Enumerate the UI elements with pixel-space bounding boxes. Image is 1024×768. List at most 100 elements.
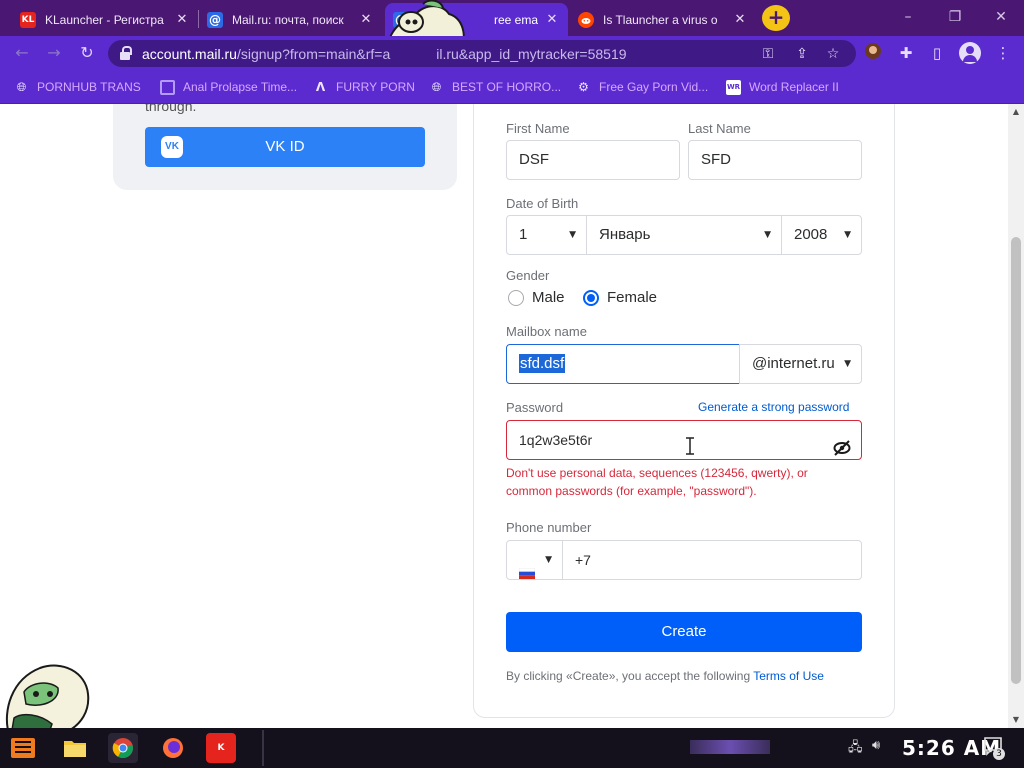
scroll-up-arrow-icon[interactable]: ▲ [1008,104,1024,120]
gender-female-label[interactable]: Female [607,289,657,306]
taskbar-decor [690,740,770,754]
tab-title: Mail.ru: почта, поиск [232,12,344,27]
share-icon[interactable]: ⇪ [792,44,812,64]
firefox-icon[interactable] [158,733,188,763]
generate-password-link[interactable]: Generate a strong password [698,400,849,414]
forward-arrow-icon[interactable]: → [42,41,66,65]
browser-toolbar: ← → ↻ account.mail.ru/signup?from=main&r… [0,36,1024,70]
gender-male-label[interactable]: Male [532,289,565,306]
menu-kebab-icon[interactable]: ⋮ [992,42,1014,64]
close-icon[interactable]: ✕ [358,12,374,27]
through-text: through. [145,104,197,114]
bookmark-item[interactable]: Anal Prolapse Time... [160,78,297,96]
tab-title: KLauncher - Регистра [45,12,164,27]
bookmark-item[interactable]: 🌐︎ PORNHUB TRANS [14,78,141,96]
lock-icon [120,46,132,60]
tab-reddit[interactable]: Is Tlauncher a virus o ✕ [570,3,756,36]
country-code-select[interactable]: ▼ [506,540,563,580]
dob-label: Date of Birth [506,196,579,211]
globe-icon: 🌐︎ [431,79,442,94]
mailbox-input[interactable]: sfd.dsf [506,344,740,384]
close-window-icon[interactable]: ✕ [990,6,1012,28]
page-content: through. VK VK ID First Name Last Name D… [0,104,1008,728]
chevron-down-icon: ▼ [844,230,851,240]
bookmark-item[interactable]: Λ FURRY PORN [313,78,415,96]
close-icon[interactable]: ✕ [544,12,560,27]
reddit-favicon-icon [578,11,594,28]
key-icon[interactable]: ⚿ [758,44,778,64]
windows-taskbar: K 🖧︎ 🔊︎ 5:26 AM 3 [0,728,1024,768]
star-icon[interactable]: ☆ [823,44,843,64]
scrollbar-thumb[interactable] [1011,237,1021,684]
create-button[interactable]: Create [506,612,862,652]
mailbox-domain-select[interactable]: @internet.ru ▼ [739,344,862,384]
minimize-icon[interactable]: – [897,6,919,28]
password-error-line2: common passwords (for example, "password… [506,484,757,498]
chevron-down-icon: ▼ [569,230,576,240]
vk-id-label: VK ID [265,138,305,155]
profile-icon[interactable] [959,42,981,64]
scroll-down-arrow-icon[interactable]: ▼ [1008,712,1024,728]
mascot-sticker-icon [5,664,90,728]
url-text: account.mail.ru/signup?from=main&rf=a il.… [142,46,627,62]
password-input[interactable]: 1q2w3e5t6r [506,420,862,460]
vk-id-button[interactable]: VK VK ID [145,127,425,167]
page-scrollbar[interactable]: ▲ ▼ [1008,104,1024,728]
klauncher-favicon-icon: KL [20,11,36,28]
chrome-icon[interactable] [108,733,138,763]
tab-title: Is Tlauncher a virus o [603,12,718,27]
mailbox-label: Mailbox name [506,324,587,339]
phone-input[interactable]: +7 [562,540,862,580]
gender-male-radio[interactable] [508,290,524,306]
klauncher-app-icon[interactable]: K [206,733,236,763]
social-login-card: through. VK VK ID [113,104,457,190]
file-explorer-icon[interactable] [60,733,90,763]
eye-slash-icon[interactable] [833,432,851,456]
notifications-icon[interactable]: 3 [983,736,1005,760]
volume-icon[interactable]: 🔊︎ [872,738,880,753]
address-bar[interactable]: account.mail.ru/signup?from=main&rf=a il.… [108,40,856,67]
bookmark-icon: ⚙ [578,80,589,94]
globe-icon: 🌐︎ [16,79,27,94]
network-icon[interactable]: 🖧︎ [848,738,863,760]
first-name-input[interactable]: DSF [506,140,680,180]
chevron-down-icon: ▼ [764,230,771,240]
start-button[interactable] [8,733,38,763]
gender-label: Gender [506,268,550,283]
mail-ru-favicon-icon: @ [207,11,223,28]
tab-strip: KL KLauncher - Регистра ✕ @ Mail.ru: поч… [0,0,1024,60]
extensions-puzzle-icon[interactable]: ✚ [895,42,917,64]
text-cursor-icon [685,431,695,455]
gender-female-radio[interactable] [583,290,599,306]
lambda-icon: Λ [315,80,326,94]
bookmark-icon [160,79,175,95]
dob-day-select[interactable]: 1 ▼ [506,215,587,255]
russia-flag-icon [518,556,536,579]
taskbar-divider [262,730,264,766]
extension-avatar-icon[interactable] [862,42,884,64]
reload-icon[interactable]: ↻ [75,41,99,65]
bookmark-item[interactable]: WR Word Replacer II [726,78,839,96]
dob-month-select[interactable]: Январь ▼ [586,215,782,255]
back-arrow-icon[interactable]: ← [10,41,34,65]
side-panel-icon[interactable]: ▯ [926,42,948,64]
terms-text: By clicking «Create», you accept the fol… [506,669,824,683]
terms-of-use-link[interactable]: Terms of Use [753,669,824,683]
close-icon[interactable]: ✕ [174,12,190,27]
wr-icon: WR [726,79,741,95]
new-tab-button[interactable]: + [762,5,790,31]
dob-year-select[interactable]: 2008 ▼ [781,215,862,255]
tab-klauncher[interactable]: KL KLauncher - Регистра ✕ [12,3,198,36]
mailbox-value: sfd.dsf [519,354,566,373]
password-label: Password [506,400,564,415]
last-name-input[interactable]: SFD [688,140,862,180]
tab-mail-ru[interactable]: @ Mail.ru: почта, поиск ✕ [199,3,382,36]
first-name-label: First Name [506,121,570,136]
phone-label: Phone number [506,520,592,535]
close-icon[interactable]: ✕ [732,12,748,27]
chevron-down-icon: ▼ [844,359,851,369]
maximize-icon[interactable]: ❐ [944,6,966,28]
chevron-down-icon: ▼ [545,555,552,565]
bookmark-item[interactable]: ⚙ Free Gay Porn Vid... [576,78,708,96]
bookmark-item[interactable]: 🌐︎ BEST OF HORRO... [429,78,561,96]
